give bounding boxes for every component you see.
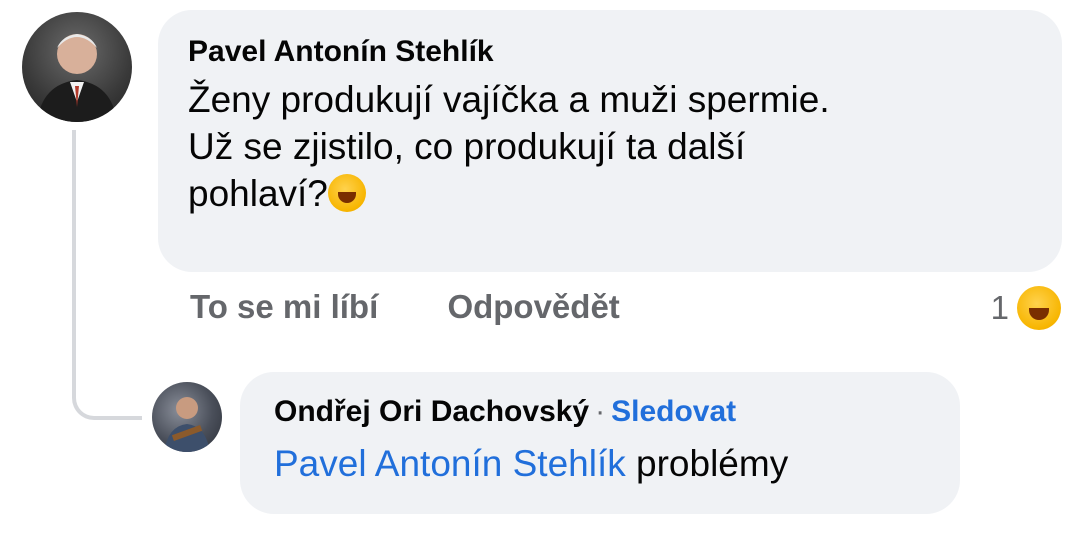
reaction-summary[interactable]: 1 [991,286,1061,330]
comment-author[interactable]: Pavel Antonín Stehlík [188,34,1032,70]
comment-bubble: Pavel Antonín Stehlík Ženy produkují vaj… [158,10,1062,272]
follow-button[interactable]: Sledovat [611,395,736,428]
laughing-icon [1017,286,1061,330]
comment-text: Ženy produkují vajíčka a muži spermie. U… [188,79,830,214]
reply-body: problémy [636,443,789,484]
avatar[interactable] [22,12,132,122]
reply-author[interactable]: Ondřej Ori Dachovský [274,395,589,428]
reply-header: Ondřej Ori Dachovský · Sledovat [274,394,926,430]
avatar-portrait-icon [37,34,117,122]
comment-actions: To se mi líbí Odpovědět [190,288,680,326]
rolling-on-floor-laughing-icon [327,174,366,212]
like-button[interactable]: To se mi líbí [190,288,378,325]
reply-button[interactable]: Odpovědět [447,288,619,325]
avatar-photo-icon [164,397,210,452]
reply-mention-link[interactable]: Pavel Antonín Stehlík [274,443,626,484]
reply-bubble: Ondřej Ori Dachovský · Sledovat Pavel Anto… [240,372,960,514]
thread-connector-line [72,130,142,420]
comment-thread: Pavel Antonín Stehlík Ženy produkují vaj… [0,0,1067,539]
reaction-count: 1 [990,289,1009,326]
separator-dot: · [595,395,606,428]
reply-avatar[interactable] [152,382,222,452]
reply-text: Pavel Antonín Stehlík problémy [274,440,926,488]
